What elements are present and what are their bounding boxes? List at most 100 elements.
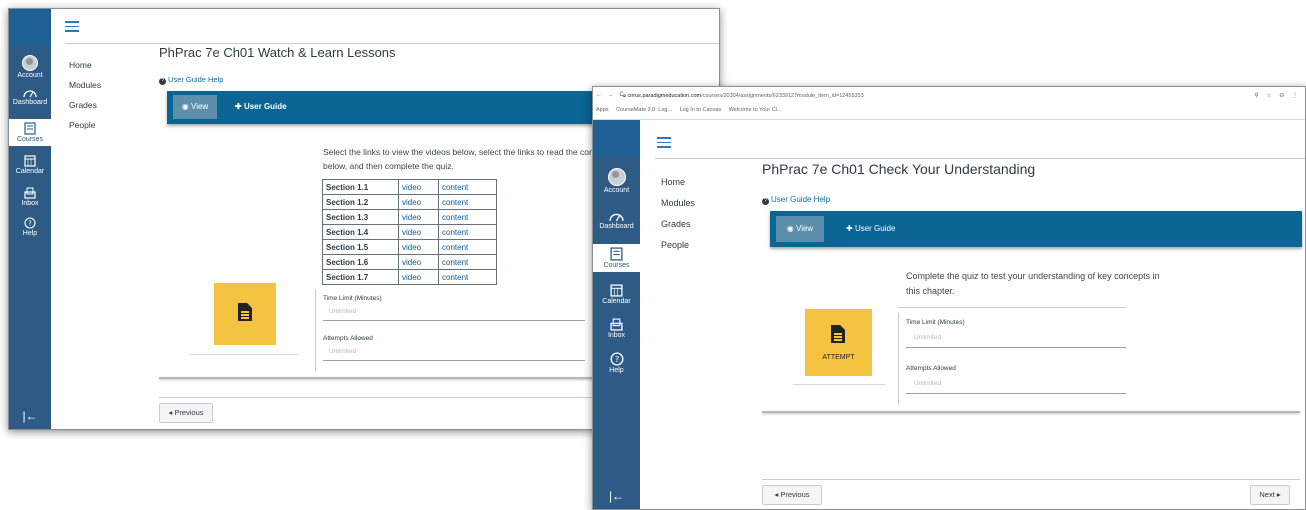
page-title: PhPrac 7e Ch01 Watch & Learn Lessons xyxy=(159,45,396,60)
bookmark-coursemate[interactable]: CourseMate 3.0: Log... xyxy=(616,107,672,113)
collapse-nav-button[interactable]: |← xyxy=(593,489,640,503)
hamburger-menu-icon[interactable] xyxy=(657,137,671,151)
bookmarks-bar: Apps CourseMate 3.0: Log... Log In to Ca… xyxy=(596,107,787,113)
attempt-label: ATTEMPT xyxy=(822,354,855,361)
nav-inbox[interactable]: Inbox xyxy=(593,318,640,339)
global-nav-rail: Account Dashboard Courses Calendar Inbox… xyxy=(9,9,51,429)
section-label: Section 1.3 xyxy=(322,209,399,225)
video-link[interactable]: video xyxy=(398,224,439,240)
content-link[interactable]: content xyxy=(438,254,497,270)
table-row: Section 1.3 video content xyxy=(322,209,497,225)
user-guide-help-link[interactable]: ? User Guide Help xyxy=(762,195,830,205)
video-link[interactable]: video xyxy=(398,194,439,210)
toolbar: ◉ View ✚ User Guide xyxy=(770,211,1302,247)
instructions-text: Complete the quiz to test your understan… xyxy=(906,271,1160,296)
section-label: Section 1.6 xyxy=(322,254,399,270)
course-nav-grades[interactable]: Grades xyxy=(69,100,101,110)
course-nav-people[interactable]: People xyxy=(661,240,695,250)
content-link[interactable]: content xyxy=(438,209,497,225)
avatar xyxy=(22,55,38,71)
table-row: Section 1.2 video content xyxy=(322,194,497,210)
collapse-nav-button[interactable]: |← xyxy=(9,409,51,423)
details-divider xyxy=(315,289,316,371)
section-label: Section 1.7 xyxy=(322,269,399,285)
content-link[interactable]: content xyxy=(438,269,497,285)
description-divider xyxy=(898,307,1126,308)
sections-table: Section 1.1 video content Section 1.2 video c… xyxy=(322,179,497,285)
help-icon: ? xyxy=(24,217,36,229)
course-nav-modules[interactable]: Modules xyxy=(661,198,695,208)
dashboard-icon xyxy=(23,90,37,98)
bookmark-canvas-login[interactable]: Log In to Canvas xyxy=(680,107,722,113)
course-nav: Home Modules Grades People xyxy=(661,177,695,261)
user-guide-button[interactable]: ✚ User Guide xyxy=(235,102,287,111)
course-nav-home[interactable]: Home xyxy=(69,60,101,70)
quiz-card[interactable] xyxy=(214,283,276,345)
browser-nav-buttons[interactable]: ← → C xyxy=(596,92,626,98)
view-button[interactable]: ◉ View xyxy=(173,95,217,119)
institution-logo[interactable] xyxy=(9,9,51,45)
nav-help[interactable]: ? Help xyxy=(9,217,51,237)
previous-button[interactable]: ◂ Previous xyxy=(762,485,822,505)
svg-text:?: ? xyxy=(614,354,618,364)
table-row: Section 1.6 video content xyxy=(322,254,497,270)
nav-dashboard[interactable]: Dashboard xyxy=(593,210,640,230)
nav-dashboard[interactable]: Dashboard xyxy=(9,87,51,106)
help-circle-icon: ? xyxy=(159,78,166,85)
video-link[interactable]: video xyxy=(398,209,439,225)
dashboard-icon xyxy=(609,213,624,222)
attempts-label: Attempts Allowed xyxy=(906,365,956,372)
address-bar[interactable]: 🔒︎ cirrus.paradigmeducation.com/courses/… xyxy=(623,93,864,100)
table-row: Section 1.1 video content xyxy=(322,179,497,195)
previous-button[interactable]: ◂ Previous xyxy=(159,403,213,423)
nav-courses[interactable]: Courses xyxy=(9,119,51,146)
nav-account[interactable]: Account xyxy=(9,55,51,79)
header-divider xyxy=(65,43,719,44)
user-guide-help-link[interactable]: ? User Guide Help xyxy=(159,75,223,85)
section-label: Section 1.2 xyxy=(322,194,399,210)
user-guide-button[interactable]: ✚ User Guide xyxy=(846,224,895,233)
inbox-icon xyxy=(610,318,623,331)
bookmark-apps[interactable]: Apps xyxy=(596,107,609,113)
hamburger-menu-icon[interactable] xyxy=(65,21,79,35)
nav-help[interactable]: ? Help xyxy=(593,352,640,374)
course-nav-home[interactable]: Home xyxy=(661,177,695,187)
video-link[interactable]: video xyxy=(398,269,439,285)
institution-logo[interactable] xyxy=(593,120,640,156)
content-link[interactable]: content xyxy=(438,239,497,255)
attempts-underline xyxy=(906,393,1126,394)
course-nav: Home Modules Grades People xyxy=(69,60,101,140)
avatar xyxy=(607,168,626,186)
nav-inbox[interactable]: Inbox xyxy=(9,187,51,207)
next-button[interactable]: Next ▸ xyxy=(1250,485,1290,505)
video-link[interactable]: video xyxy=(398,239,439,255)
help-icon: ? xyxy=(610,352,623,366)
bookmark-welcome[interactable]: Welcome to Your Cl... xyxy=(729,107,782,113)
video-link[interactable]: video xyxy=(398,179,439,195)
course-nav-people[interactable]: People xyxy=(69,120,101,130)
nav-calendar[interactable]: Calendar xyxy=(9,155,51,175)
section-label: Section 1.5 xyxy=(322,239,399,255)
nav-calendar[interactable]: Calendar xyxy=(593,284,640,305)
content-link[interactable]: content xyxy=(438,224,497,240)
content-link[interactable]: content xyxy=(438,179,497,195)
footer-divider xyxy=(762,479,1300,480)
time-limit-value: Unlimited xyxy=(914,334,942,341)
table-row: Section 1.7 video content xyxy=(322,269,497,285)
nav-courses[interactable]: Courses xyxy=(593,244,640,272)
calendar-icon xyxy=(610,284,623,297)
global-nav-rail: Account Dashboard Courses Calendar Inbox… xyxy=(593,120,640,509)
time-limit-underline xyxy=(906,347,1126,348)
attempt-card[interactable]: ATTEMPT xyxy=(805,309,872,376)
table-row: Section 1.5 video content xyxy=(322,239,497,255)
browser-toolbar-icons[interactable]: ⚲ ☆ ⊖ ⋮ xyxy=(1254,92,1301,99)
browser-chrome: ← → C 🔒︎ cirrus.paradigmeducation.com/co… xyxy=(593,87,1305,120)
video-link[interactable]: video xyxy=(398,254,439,270)
section-label: Section 1.1 xyxy=(322,179,399,195)
view-button[interactable]: ◉ View xyxy=(776,216,824,242)
nav-account[interactable]: Account xyxy=(593,168,640,194)
content-link[interactable]: content xyxy=(438,194,497,210)
details-divider xyxy=(898,313,899,405)
course-nav-grades[interactable]: Grades xyxy=(661,219,695,229)
course-nav-modules[interactable]: Modules xyxy=(69,80,101,90)
